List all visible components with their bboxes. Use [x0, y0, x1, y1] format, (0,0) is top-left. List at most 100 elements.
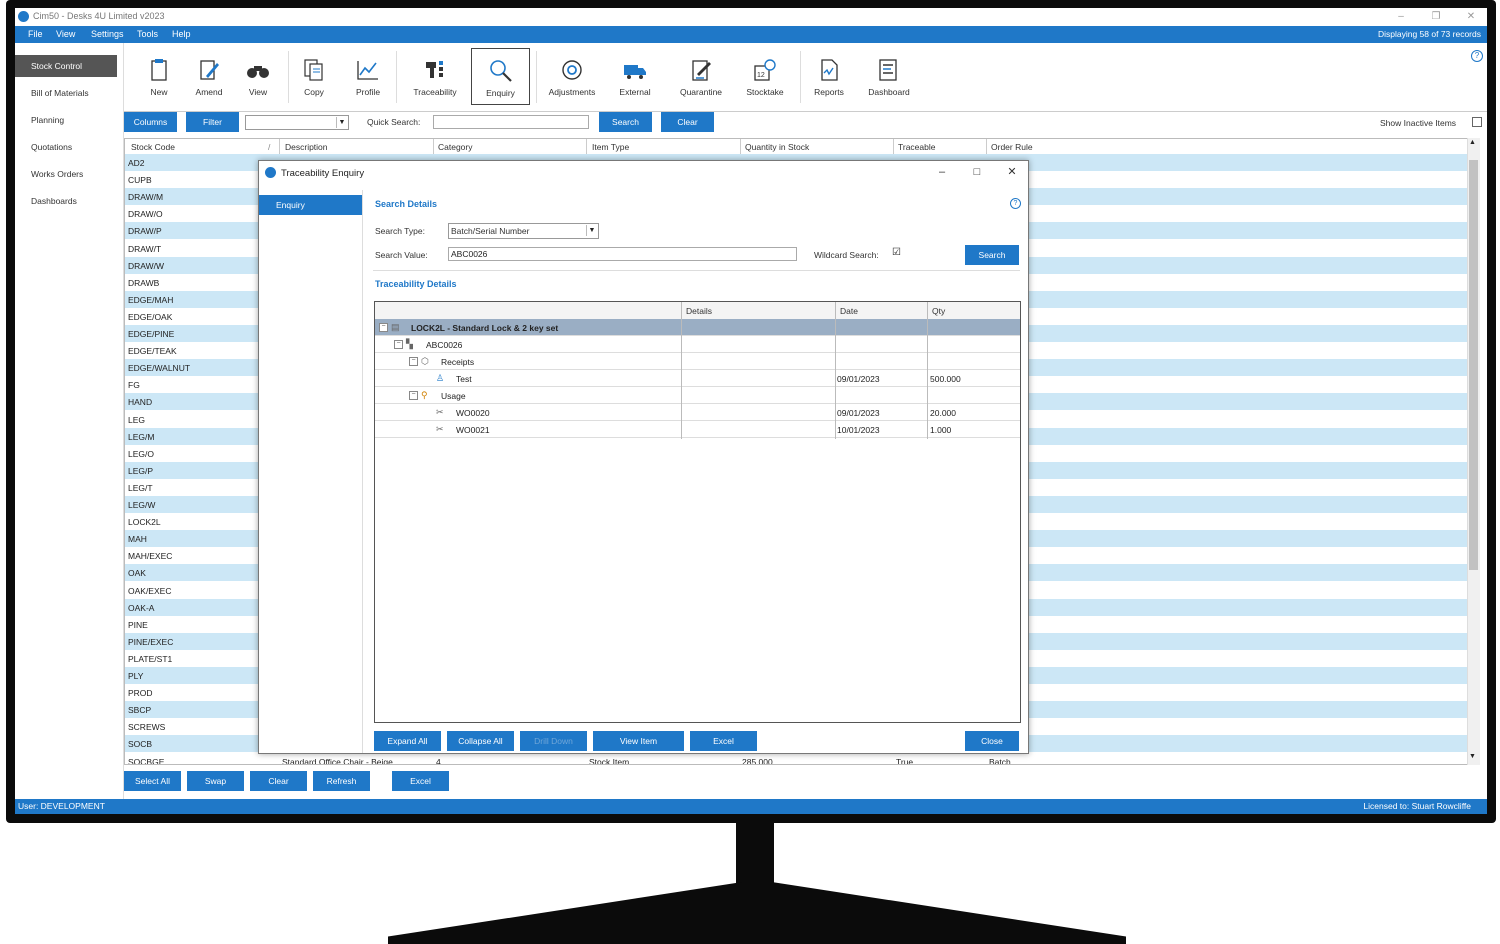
tree-col-qty[interactable]: Qty: [932, 306, 945, 316]
select-all-button[interactable]: Select All: [124, 771, 181, 791]
reports-button[interactable]: Reports: [802, 48, 856, 105]
view-label: View: [248, 87, 268, 97]
dialog-excel-button[interactable]: Excel: [690, 731, 757, 751]
drill-down-button[interactable]: Drill Down: [520, 731, 587, 751]
nav-planning[interactable]: Planning: [15, 109, 117, 131]
quick-search-input[interactable]: [433, 115, 589, 129]
tree-row-receipt-line[interactable]: ♙ Test 09/01/2023 500.000: [375, 370, 1020, 387]
collapse-icon[interactable]: −: [409, 357, 418, 366]
show-inactive-checkbox[interactable]: [1472, 117, 1482, 127]
cell-traceable: True: [896, 757, 914, 765]
dialog-close-button[interactable]: Close: [965, 731, 1019, 751]
amend-button[interactable]: Amend: [182, 48, 236, 105]
tree-row-receipts[interactable]: − ⬡ Receipts: [375, 353, 1020, 370]
tree-col-details[interactable]: Details: [686, 306, 712, 316]
filter-dropdown[interactable]: ▼: [245, 115, 349, 130]
enquiry-button[interactable]: Enquiry: [471, 48, 530, 105]
tree-col-date[interactable]: Date: [840, 306, 858, 316]
search-button[interactable]: Search: [599, 112, 652, 132]
view-button[interactable]: View: [231, 48, 285, 105]
scrollbar-thumb[interactable]: [1469, 160, 1478, 570]
nav-quotations[interactable]: Quotations: [15, 136, 117, 158]
cell-stock-code: OAK/EXEC: [128, 585, 172, 596]
dialog-maximize-button[interactable]: □: [967, 165, 987, 179]
clear-selection-button[interactable]: Clear: [250, 771, 307, 791]
help-icon[interactable]: ?: [1471, 50, 1483, 62]
tree-row-date: 10/01/2023: [837, 425, 880, 435]
tree-row-label: Test: [456, 374, 472, 384]
stocktake-button[interactable]: 12 Stocktake: [738, 48, 792, 105]
menu-help[interactable]: Help: [172, 29, 191, 39]
wildcard-checkbox[interactable]: ☑: [892, 247, 901, 258]
ribbon-separator: [800, 51, 801, 103]
excel-button[interactable]: Excel: [392, 771, 449, 791]
nav-dashboards[interactable]: Dashboards: [15, 190, 117, 212]
quarantine-button[interactable]: Quarantine: [670, 48, 732, 105]
tree-row-usage-line[interactable]: ✂ WO0021 10/01/2023 1.000: [375, 421, 1020, 438]
menu-tools[interactable]: Tools: [137, 29, 158, 39]
quarantine-icon: [692, 60, 711, 81]
profile-button[interactable]: Profile: [341, 48, 395, 105]
close-window-button[interactable]: ✕: [1460, 10, 1482, 24]
collapse-icon[interactable]: −: [394, 340, 403, 349]
col-order-rule[interactable]: Order Rule: [991, 142, 1033, 152]
col-separator: [586, 139, 587, 154]
dialog-left-nav: Enquiry: [259, 190, 363, 753]
menu-view[interactable]: View: [56, 29, 75, 39]
col-category[interactable]: Category: [438, 142, 473, 152]
restore-button[interactable]: ❐: [1425, 10, 1447, 24]
refresh-button[interactable]: Refresh: [313, 771, 370, 791]
search-value-input[interactable]: ABC0026: [448, 247, 797, 261]
columns-button[interactable]: Columns: [124, 112, 177, 132]
minimize-button[interactable]: –: [1390, 10, 1412, 24]
col-traceable[interactable]: Traceable: [898, 142, 935, 152]
col-quantity[interactable]: Quantity in Stock: [745, 142, 809, 152]
dialog-minimize-button[interactable]: –: [932, 165, 952, 179]
scroll-up-icon[interactable]: ▲: [1469, 139, 1476, 146]
adjustments-button[interactable]: Adjustments: [541, 48, 603, 105]
dialog-search-button[interactable]: Search: [965, 245, 1019, 265]
dialog-help-icon[interactable]: ?: [1010, 198, 1021, 209]
filter-button[interactable]: Filter: [186, 112, 239, 132]
cell-stock-code: DRAW/P: [128, 226, 162, 237]
cell-stock-code: OAK-A: [128, 602, 155, 613]
traceability-button[interactable]: Traceability: [408, 48, 462, 105]
binoculars-icon: [247, 66, 269, 78]
clear-button[interactable]: Clear: [661, 112, 714, 132]
external-button[interactable]: External: [608, 48, 662, 105]
collapse-all-button[interactable]: Collapse All: [447, 731, 514, 751]
menu-settings[interactable]: Settings: [91, 29, 124, 39]
tree-row-qty: 500.000: [930, 374, 961, 384]
scroll-down-icon[interactable]: ▼: [1469, 753, 1476, 760]
menu-bar: File View Settings Tools Help Displaying…: [15, 26, 1487, 43]
app-logo-icon: [18, 11, 29, 22]
expand-all-button[interactable]: Expand All: [374, 731, 441, 751]
search-type-dropdown[interactable]: Batch/Serial Number ▼: [448, 223, 599, 239]
dashboard-button[interactable]: Dashboard: [860, 48, 918, 105]
view-item-button[interactable]: View Item: [593, 731, 684, 751]
profile-label: Profile: [355, 87, 381, 97]
col-stock-code[interactable]: Stock Code: [131, 142, 175, 152]
new-button[interactable]: New: [132, 48, 186, 105]
collapse-icon[interactable]: −: [379, 323, 388, 332]
nav-bill-of-materials[interactable]: Bill of Materials: [15, 82, 117, 104]
menu-file[interactable]: File: [28, 29, 43, 39]
cell-stock-code: EDGE/MAH: [128, 294, 174, 305]
collapse-icon[interactable]: −: [409, 391, 418, 400]
dialog-nav-enquiry[interactable]: Enquiry: [259, 195, 362, 215]
copy-button[interactable]: Copy: [287, 48, 341, 105]
grid-header: Stock Code / Description Category Item T…: [125, 139, 1479, 155]
tree-row-item[interactable]: − ▤ LOCK2L - Standard Lock & 2 key set: [375, 319, 1020, 336]
tree-row-label: ABC0026: [426, 340, 463, 350]
col-description[interactable]: Description: [285, 142, 328, 152]
nav-works-orders[interactable]: Works Orders: [15, 163, 117, 185]
col-item-type[interactable]: Item Type: [592, 142, 629, 152]
nav-stock-control[interactable]: Stock Control: [15, 55, 117, 77]
tree-row-usage-line[interactable]: ✂ WO0020 09/01/2023 20.000: [375, 404, 1020, 421]
table-row[interactable]: SOCBGE Standard Office Chair - Beige 4 S…: [125, 753, 1479, 765]
dialog-close-icon[interactable]: ✕: [1002, 165, 1022, 179]
tree-row-batch[interactable]: − ▚ ABC0026: [375, 336, 1020, 353]
edit-icon: [200, 60, 219, 80]
tree-row-usage[interactable]: − ⚲ Usage: [375, 387, 1020, 404]
swap-button[interactable]: Swap: [187, 771, 244, 791]
